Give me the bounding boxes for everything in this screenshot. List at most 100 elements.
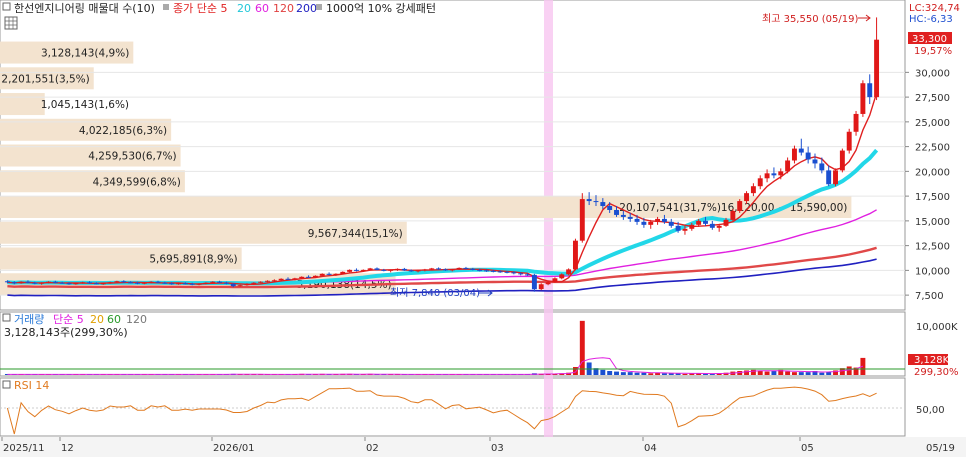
volume-bar-116 — [798, 372, 804, 375]
high-annotation: 최고 35,550 (05/19) — [762, 13, 858, 25]
candle-body-48 — [333, 273, 339, 275]
volume-bar-90 — [620, 372, 626, 375]
candle-body-70 — [484, 270, 489, 272]
candle-body-42 — [292, 278, 298, 280]
candle-body-76 — [525, 274, 531, 276]
candle-body-53 — [367, 268, 373, 270]
volume-bar-92 — [634, 372, 640, 375]
candle-body-117 — [805, 152, 811, 160]
candle-body-13 — [93, 283, 99, 285]
volume-bar-99 — [682, 373, 688, 375]
candle-body-27 — [189, 283, 195, 285]
volume-profile-label-5: 4,349,599(6,8%) — [93, 176, 181, 188]
legend-swatch-2 — [316, 4, 322, 10]
x-tick-label-0: 2025/11 — [3, 443, 45, 454]
candle-body-110 — [757, 178, 763, 187]
candle-body-6 — [46, 281, 51, 283]
price-tick-label-2: 12,500 — [915, 242, 950, 253]
candle-body-24 — [169, 283, 175, 285]
volume-bar-87 — [600, 369, 606, 375]
stock-chart[interactable]: 3,128,143(4,9%) 2,201,551(3,5%) 1,045,143(… — [0, 0, 966, 457]
volume-profile-label-7: 9,567,344(15,1%) — [308, 228, 403, 240]
candle-body-40 — [278, 278, 284, 281]
candle-body-92 — [634, 218, 640, 222]
candle-body-17 — [121, 281, 127, 283]
candle-body-123 — [846, 131, 852, 151]
candle-body-112 — [771, 173, 777, 176]
chart-title: 한선엔지니어링 매물대 수(10) — [14, 2, 155, 15]
candle-body-91 — [627, 216, 633, 219]
price-tick-label-3: 15,000 — [915, 217, 950, 228]
volume-bar-117 — [805, 372, 811, 375]
candle-body-105 — [723, 219, 729, 226]
candle-body-73 — [504, 271, 510, 273]
candle-body-84 — [579, 199, 585, 241]
candle-body-113 — [778, 171, 784, 176]
candle-body-43 — [299, 276, 305, 279]
volume-bar-114 — [785, 371, 791, 375]
candle-body-5 — [39, 282, 45, 284]
candle-body-64 — [442, 269, 448, 271]
candle-body-33 — [230, 283, 236, 287]
rsi-legend: RSI 14 — [14, 379, 49, 392]
pattern-label: 1000억 10% 강세패턴 — [326, 2, 436, 15]
legend-ma20: 20 — [237, 2, 251, 15]
candle-body-54 — [374, 268, 380, 270]
candle-body-78 — [538, 284, 544, 290]
volume-profile-bar-2 — [0, 93, 45, 116]
candle-body-36 — [251, 282, 257, 284]
volume-bar-89 — [614, 371, 619, 375]
candle-body-111 — [764, 173, 770, 179]
candle-body-35 — [244, 283, 250, 286]
candle-body-86 — [593, 201, 599, 203]
surge-highlight — [544, 0, 553, 437]
price-tick-label-0: 7,500 — [915, 291, 944, 302]
volume-bar-111 — [764, 371, 770, 375]
candle-body-0 — [4, 281, 10, 283]
candle-body-96 — [661, 218, 667, 222]
candle-body-34 — [237, 285, 243, 287]
candle-body-103 — [709, 223, 715, 228]
volume-info: 3,128,143주(299,30%) — [4, 326, 128, 339]
candle-body-87 — [600, 202, 606, 207]
candle-body-93 — [641, 221, 647, 225]
volume-bar-88 — [607, 371, 613, 375]
volume-bar-123 — [846, 366, 852, 375]
candle-body-115 — [791, 148, 797, 161]
candle-body-38 — [265, 280, 270, 282]
candle-body-1 — [11, 282, 17, 284]
candle-body-75 — [518, 273, 524, 275]
volume-bar-83 — [572, 367, 578, 375]
price-tick-label-7: 25,000 — [915, 118, 950, 129]
volume-profile-label-4: 4,259,530(6,7%) — [88, 151, 176, 163]
candle-body-74 — [511, 272, 517, 274]
candle-body-99 — [682, 228, 688, 231]
candle-body-97 — [668, 221, 674, 226]
lc-readout: LC:324,74 — [909, 3, 960, 14]
candle-body-65 — [449, 269, 455, 271]
volume-bar-115 — [791, 372, 797, 375]
price-tick-label-6: 22,500 — [915, 143, 950, 154]
x-tick-label-7: 05/19 — [926, 443, 955, 454]
candle-body-4 — [32, 282, 38, 284]
price-tick-label-8: 27,500 — [915, 93, 950, 104]
candle-body-12 — [87, 282, 93, 284]
volume-profile-label-8: 5,695,891(8,9%) — [149, 253, 237, 265]
volume-legend-ma20: 20 — [90, 313, 104, 326]
candle-body-120 — [826, 170, 832, 185]
rsi-panel[interactable] — [0, 377, 906, 437]
candle-body-127 — [874, 39, 880, 98]
candle-body-79 — [545, 282, 551, 285]
volume-bar-112 — [771, 371, 777, 375]
grid-icon[interactable] — [4, 16, 18, 30]
legend-ma5: 종가 단순 5 — [173, 2, 227, 15]
x-tick-label-2: 2026/01 — [213, 443, 255, 454]
candle-body-94 — [648, 221, 654, 225]
volume-profile-label-0: 3,128,143(4,9%) — [41, 48, 129, 60]
volume-legend-ma60: 60 — [107, 313, 121, 326]
candle-body-7 — [52, 281, 58, 283]
candle-body-14 — [100, 283, 106, 285]
volume-profile-label-2: 1,045,143(1,6%) — [41, 99, 129, 111]
candle-body-116 — [798, 148, 804, 153]
x-tick-label-4: 03 — [491, 443, 504, 454]
